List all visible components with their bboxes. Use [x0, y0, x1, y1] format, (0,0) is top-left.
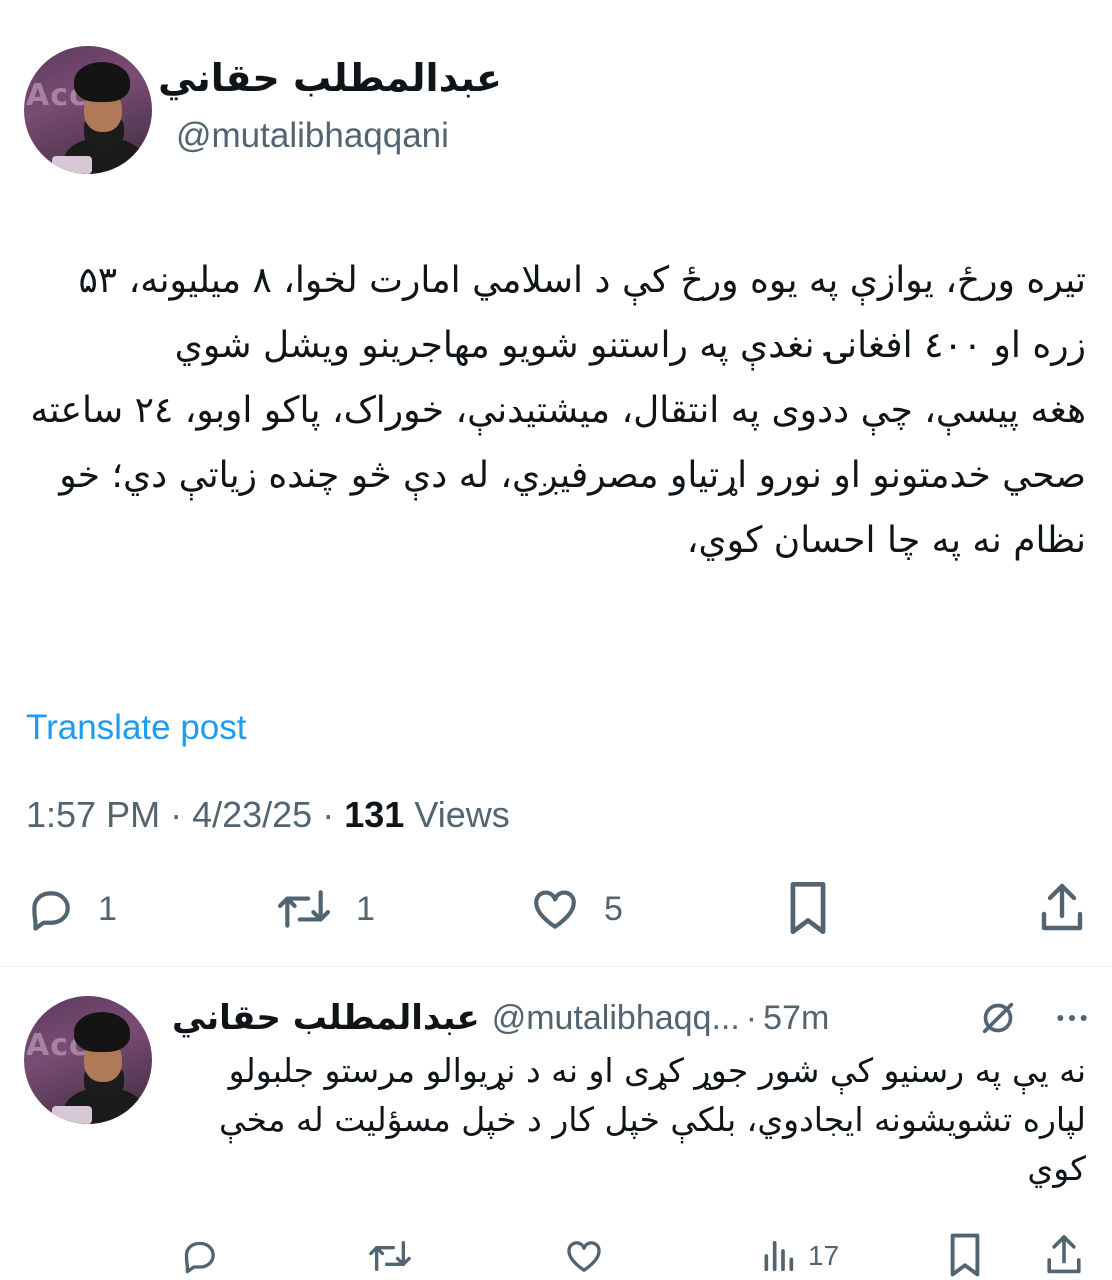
tweet-paragraph-2: هغه پیسې، چې ددوی په انتقال، میشتیدنې، خ… [30, 390, 1086, 561]
share-button[interactable] [1038, 880, 1086, 936]
retweet-icon [366, 1236, 414, 1276]
retweet-count: 1 [356, 889, 375, 928]
reply-views-count: 17 [808, 1240, 840, 1271]
heart-icon [562, 1236, 606, 1276]
reply-button[interactable]: 1 [24, 884, 117, 934]
tweet-date[interactable]: 4/23/25 [192, 794, 312, 835]
reply-count: 1 [98, 889, 117, 928]
reply-time[interactable]: 57m [763, 999, 829, 1038]
bookmark-button[interactable] [786, 880, 830, 936]
reply-views-button[interactable]: 17 [758, 1236, 839, 1276]
tweet-paragraph-1: تیره ورځ، یوازې په یوه ورځ کې د اسلامي ا… [78, 260, 1086, 366]
slashed-circle-icon[interactable] [978, 998, 1018, 1042]
reply-share-button[interactable] [1044, 1232, 1084, 1278]
share-icon [1044, 1232, 1084, 1278]
reply-tweet-actions: 17 [0, 1232, 1112, 1280]
more-dots-icon[interactable] [1052, 998, 1092, 1042]
bookmark-icon [946, 1232, 984, 1278]
reply-author-avatar[interactable]: Acc [24, 996, 152, 1124]
reply-bookmark-button[interactable] [946, 1232, 984, 1278]
bookmark-icon [786, 880, 830, 936]
comment-bubble-icon [178, 1236, 220, 1276]
retweet-button[interactable]: 1 [274, 884, 375, 934]
tweet-actions: 1 1 5 [0, 880, 1112, 940]
retweet-icon [274, 884, 334, 934]
comment-bubble-icon [24, 884, 76, 934]
reply-reply-button[interactable] [178, 1236, 220, 1276]
reply-author-display-name[interactable]: عبدالمطلب حقاني [172, 998, 480, 1038]
author-avatar[interactable]: Acc [24, 46, 152, 174]
analytics-bars-icon [758, 1236, 798, 1276]
views-label: Views [414, 794, 510, 835]
translate-post-link[interactable]: Translate post [26, 708, 246, 748]
like-button[interactable]: 5 [528, 884, 623, 934]
share-icon [1038, 880, 1086, 936]
views-count: 131 [344, 794, 405, 835]
reply-like-button[interactable] [562, 1236, 606, 1276]
tweet-text: تیره ورځ، یوازې په یوه ورځ کې د اسلامي ا… [16, 248, 1086, 573]
reply-tweet-text: نه یې په رسنیو کې شور جوړ کړی او نه د نړ… [219, 1051, 1086, 1188]
author-handle[interactable]: @mutalibhaqqani [176, 116, 449, 156]
reply-author-handle[interactable]: @mutalibhaqq... [492, 999, 740, 1038]
like-count: 5 [604, 889, 623, 928]
tweet-divider [0, 966, 1112, 967]
tweet-time[interactable]: 1:57 PM [26, 794, 160, 835]
heart-icon [528, 884, 582, 934]
tweet-meta: 1:57 PM · 4/23/25 · 131 Views [26, 794, 510, 835]
reply-header: عبدالمطلب حقاني @mutalibhaqq... · 57m [172, 994, 1092, 1042]
reply-retweet-button[interactable] [366, 1236, 414, 1276]
author-display-name[interactable]: عبدالمطلب حقاني [158, 56, 502, 100]
